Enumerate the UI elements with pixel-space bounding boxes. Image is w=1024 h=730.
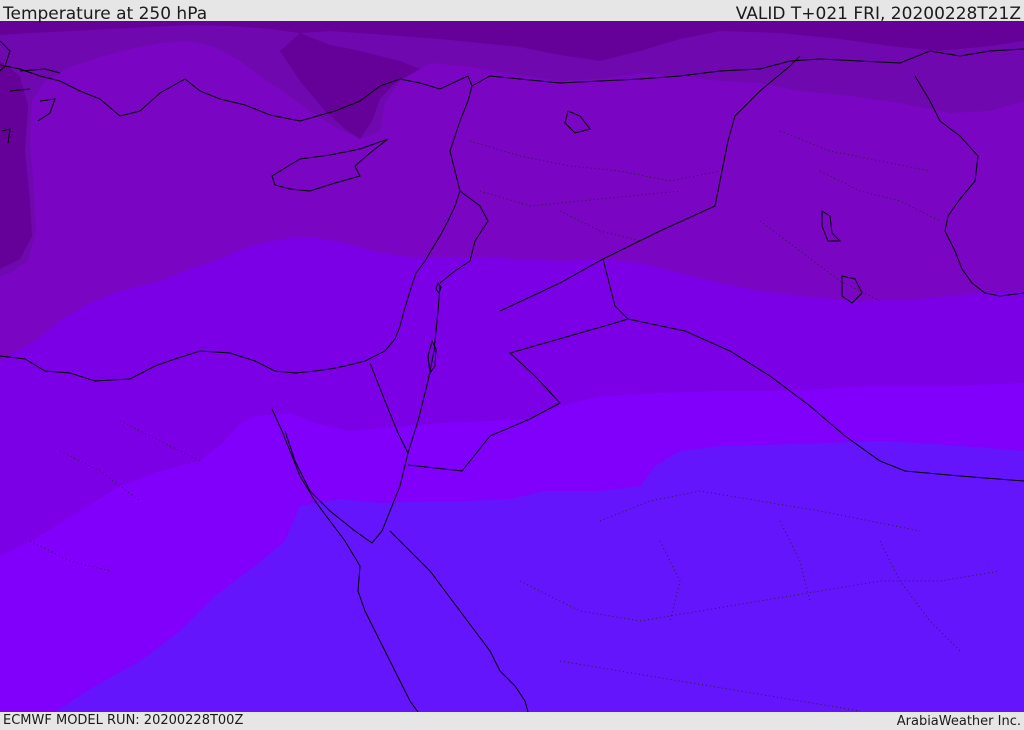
model-run-label: ECMWF MODEL RUN: 20200228T00Z [3,713,244,728]
valid-time: VALID T+021 FRI, 20200228T21Z [735,4,1021,24]
credit-label: ArabiaWeather Inc. [896,714,1021,729]
temperature-map [0,21,1024,712]
map-canvas [0,21,1024,712]
header-bar: Temperature at 250 hPa VALID T+021 FRI, … [0,0,1024,24]
footer-bar: ECMWF MODEL RUN: 20200228T00Z ArabiaWeat… [0,712,1024,729]
map-title: Temperature at 250 hPa [3,4,208,24]
